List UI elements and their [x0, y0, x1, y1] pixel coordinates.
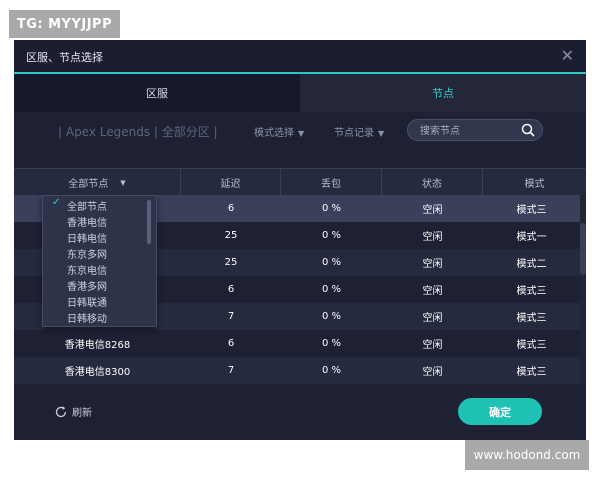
node-search	[407, 119, 543, 141]
latency-cell: 7	[227, 311, 235, 322]
column-header-node[interactable]: 全部节点 ▼	[14, 169, 181, 196]
checkmark-icon: ✓	[52, 197, 61, 208]
mode-select-label: 模式选择	[254, 128, 294, 139]
game-region-label: | Apex Legends | 全部分区 |	[58, 125, 218, 139]
status-cell: 空闲	[422, 313, 443, 324]
mode-cell: 模式三	[516, 205, 547, 216]
mode-cell: 模式三	[516, 340, 547, 351]
column-header-loss: 丢包	[281, 169, 382, 196]
mode-select-dropdown[interactable]: 模式选择 ▼	[254, 124, 304, 139]
node-name-cell: 香港电信8300	[64, 367, 131, 378]
loss-cell: 0 %	[321, 284, 342, 295]
dropdown-option[interactable]: 东京电信	[67, 262, 107, 278]
node-selection-dialog: 区服、节点选择 ✕ 区服 节点 | Apex Legends | 全部分区 | …	[14, 40, 586, 440]
search-input[interactable]	[418, 123, 522, 139]
status-cell: 空闲	[422, 232, 443, 243]
node-filter-dropdown: ✓ 全部节点 香港电信 日韩电信 东京多网 东京电信 香港多网 日韩联通 日韩移…	[42, 195, 157, 327]
table-row[interactable]: 香港电信8300 7 0 % 空闲 模式三	[14, 357, 580, 384]
latency-cell: 25	[224, 230, 238, 241]
mode-cell: 模式二	[516, 259, 547, 270]
column-header-mode: 模式	[524, 179, 545, 190]
dropdown-option[interactable]: 日韩联通	[67, 294, 107, 310]
loss-cell: 0 %	[321, 311, 342, 322]
mode-cell: 模式三	[516, 286, 547, 297]
scrollbar-thumb[interactable]	[580, 223, 586, 275]
refresh-button[interactable]: 刷新	[54, 404, 92, 419]
chevron-down-icon: ▼	[120, 178, 126, 187]
node-name-cell: 香港电信8268	[64, 340, 131, 351]
status-cell: 空闲	[422, 367, 443, 378]
mode-cell: 模式三	[516, 313, 547, 324]
watermark-bottom-right: www.hodond.com	[465, 440, 589, 470]
latency-cell: 6	[227, 203, 235, 214]
search-icon[interactable]	[520, 122, 536, 138]
dropdown-option[interactable]: 香港电信	[67, 214, 107, 230]
node-record-label: 节点记录	[334, 128, 374, 139]
dialog-footer: 刷新 确定	[14, 385, 586, 440]
table-scrollbar[interactable]	[580, 195, 586, 385]
column-header-status: 状态	[382, 169, 483, 196]
mode-cell: 模式一	[516, 232, 547, 243]
dialog-title: 区服、节点选择	[26, 51, 103, 64]
refresh-label: 刷新	[72, 408, 92, 419]
column-header-latency: 延迟	[181, 169, 281, 196]
close-icon[interactable]: ✕	[561, 46, 574, 65]
latency-cell: 6	[227, 284, 235, 295]
refresh-icon	[55, 405, 67, 417]
dialog-titlebar: 区服、节点选择 ✕	[14, 40, 586, 72]
loss-cell: 0 %	[321, 365, 342, 376]
tab-node[interactable]: 节点	[300, 74, 586, 112]
chevron-down-icon: ▼	[378, 129, 385, 138]
chevron-down-icon: ▼	[298, 129, 305, 138]
tab-server[interactable]: 区服	[14, 74, 300, 112]
table-row[interactable]: 香港电信8268 6 0 % 空闲 模式三	[14, 330, 580, 357]
loss-cell: 0 %	[321, 257, 342, 268]
dropdown-option[interactable]: 香港多网	[67, 278, 107, 294]
latency-cell: 6	[227, 338, 235, 349]
status-cell: 空闲	[422, 205, 443, 216]
watermark-top-left: TG: MYYJJPP	[9, 10, 120, 38]
loss-cell: 0 %	[321, 203, 342, 214]
status-cell: 空闲	[422, 286, 443, 297]
tab-bar: 区服 节点	[14, 72, 586, 112]
dropdown-scrollbar-thumb[interactable]	[147, 200, 151, 244]
dropdown-option[interactable]: 日韩电信	[67, 230, 107, 246]
column-header-node-label: 全部节点	[68, 179, 109, 190]
mode-cell: 模式三	[516, 367, 547, 378]
confirm-button[interactable]: 确定	[458, 398, 542, 425]
latency-cell: 7	[227, 365, 235, 376]
dropdown-option[interactable]: 全部节点	[67, 198, 107, 214]
status-cell: 空闲	[422, 340, 443, 351]
latency-cell: 25	[224, 257, 238, 268]
filter-bar: | Apex Legends | 全部分区 | 模式选择 ▼ 节点记录 ▼	[14, 112, 586, 152]
node-record-dropdown[interactable]: 节点记录 ▼	[334, 124, 384, 139]
loss-cell: 0 %	[321, 230, 342, 241]
dropdown-option[interactable]: 东京多网	[67, 246, 107, 262]
status-cell: 空闲	[422, 259, 443, 270]
table-header: 全部节点 ▼ 延迟 丢包 状态 模式	[14, 168, 586, 197]
loss-cell: 0 %	[321, 338, 342, 349]
dropdown-option[interactable]: 日韩移动	[67, 310, 107, 326]
